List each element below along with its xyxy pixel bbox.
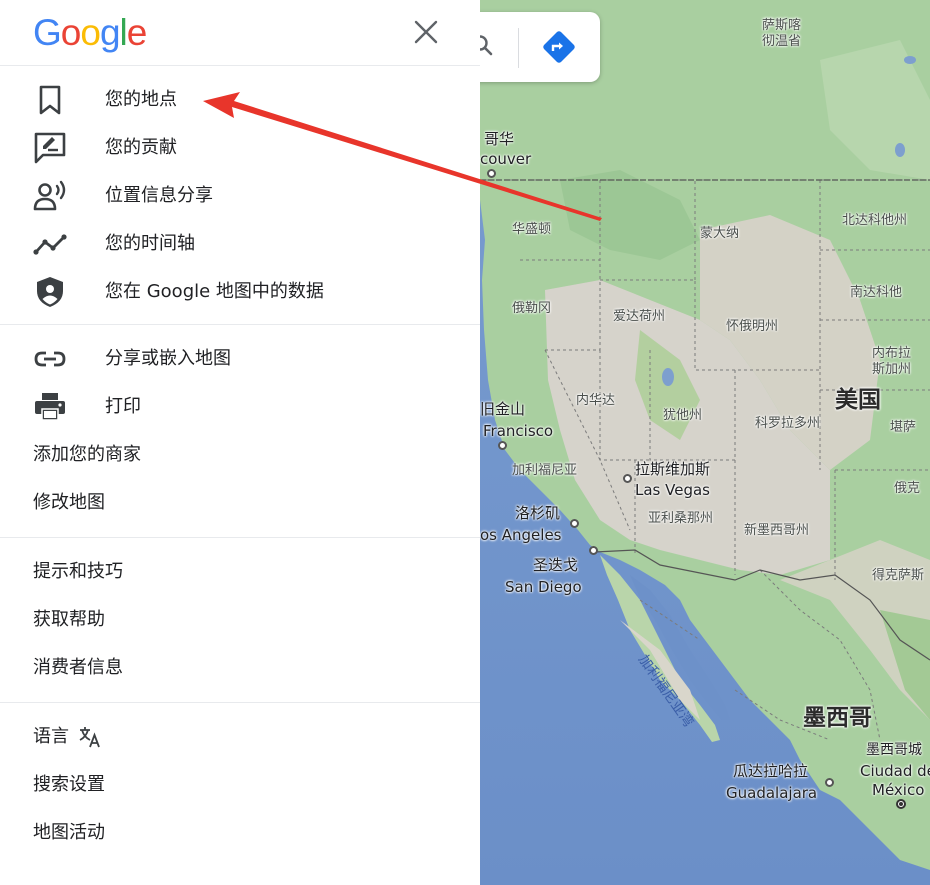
map-label-vancouver-cn: 哥华 [484, 130, 515, 148]
map-label-vancouver-en: couver [480, 150, 532, 168]
map-label-colorado: 科罗拉多州 [755, 416, 821, 431]
map-label-mexico-city-en1: Ciudad de [860, 762, 930, 780]
menu-item-your-timeline[interactable]: 您的时间轴 [0, 220, 480, 268]
map-label-south-dakota: 南达科他 [850, 285, 903, 300]
menu-item-label: 您的地点 [105, 89, 177, 110]
print-icon [33, 391, 69, 423]
menu-item-label: 获取帮助 [33, 609, 105, 630]
menu-item-label: 消费者信息 [33, 657, 123, 678]
menu-item-your-contributions[interactable]: 您的贡献 [0, 124, 480, 172]
map-label-kansas: 堪萨 [890, 420, 917, 435]
menu-header: Google [0, 0, 480, 66]
menu-item-label: 位置信息分享 [105, 185, 213, 206]
map-label-oregon: 俄勒冈 [512, 301, 552, 316]
map-label-utah: 犹他州 [663, 408, 703, 423]
menu-item-label: 分享或嵌入地图 [105, 348, 231, 369]
map-label-new-mexico: 新墨西哥州 [744, 523, 810, 538]
menu-item-tips[interactable]: 提示和技巧 [0, 548, 480, 596]
menu-item-print[interactable]: 打印 [0, 383, 480, 431]
map-label-arizona: 亚利桑那州 [648, 511, 714, 526]
map-label-wyoming: 怀俄明州 [726, 319, 779, 334]
map-label-usa: 美国 [835, 387, 881, 413]
city-dot-la[interactable] [570, 519, 579, 528]
map-label-california: 加利福尼亚 [512, 463, 578, 478]
link-icon [33, 343, 69, 375]
menu-item-get-help[interactable]: 获取帮助 [0, 596, 480, 644]
map-label-idaho: 爱达荷州 [613, 309, 666, 324]
map-label-nebraska: 内布拉 斯加州 [872, 346, 912, 377]
map-label-lv-cn: 拉斯维加斯 [635, 460, 711, 478]
map-label-montana: 蒙大纳 [700, 226, 740, 241]
menu-item-consumer-info[interactable]: 消费者信息 [0, 644, 480, 692]
menu-item-your-data[interactable]: 您在 Google 地图中的数据 [0, 268, 480, 316]
menu-item-label: 您的时间轴 [105, 233, 195, 254]
menu-item-edit-map[interactable]: 修改地图 [0, 479, 480, 527]
capital-dot-mexico-city[interactable] [896, 799, 906, 809]
menu-group-settings: 语言 搜索设置 地图活动 [0, 703, 480, 867]
map-label-la-en: os Angeles [480, 526, 562, 544]
city-dot-vancouver[interactable] [487, 169, 496, 178]
map-label-sf-en: Francisco [483, 422, 554, 440]
menu-group-help: 提示和技巧 获取帮助 消费者信息 [0, 538, 480, 703]
map-label-mexico-city-cn: 墨西哥城 [866, 742, 922, 758]
google-logo: Google [33, 12, 148, 54]
map-label-lv-en: Las Vegas [635, 481, 710, 499]
menu-item-label: 地图活动 [33, 822, 105, 843]
map-label-sf-cn: 旧金山 [480, 400, 526, 418]
map-label-guadalajara-cn: 瓜达拉哈拉 [733, 762, 809, 780]
close-icon[interactable] [408, 14, 444, 50]
city-dot-san-diego[interactable] [589, 546, 598, 555]
menu-item-your-places[interactable]: 您的地点 [0, 76, 480, 124]
menu-item-label: 语言 [33, 726, 101, 748]
contribution-icon [33, 132, 69, 164]
map-label-sd-cn: 圣迭戈 [533, 556, 579, 574]
city-dot-sf[interactable] [498, 441, 507, 450]
map-label-mexico: 墨西哥 [803, 705, 872, 731]
directions-icon[interactable] [540, 28, 578, 66]
bookmark-icon [33, 84, 69, 116]
map-label-washington: 华盛顿 [512, 222, 552, 237]
language-label: 语言 [33, 726, 69, 747]
menu-item-maps-activity[interactable]: 地图活动 [0, 809, 480, 857]
menu-item-add-business[interactable]: 添加您的商家 [0, 431, 480, 479]
google-logo-letter: e [126, 12, 148, 53]
map-label-oklahoma: 俄克 [894, 481, 921, 496]
google-logo-letter: o [80, 12, 101, 53]
menu-item-search-settings[interactable]: 搜索设置 [0, 761, 480, 809]
menu-item-label: 您的贡献 [105, 137, 177, 158]
map-label-north-dakota: 北达科他州 [842, 213, 908, 228]
map-label-saskatchewan: 萨斯喀 彻温省 [762, 18, 802, 49]
location-sharing-icon [33, 180, 69, 212]
map-label-texas: 得克萨斯 [872, 568, 925, 583]
city-dot-guadalajara[interactable] [825, 778, 834, 787]
menu-item-location-sharing[interactable]: 位置信息分享 [0, 172, 480, 220]
google-logo-letter: G [33, 12, 62, 53]
map-label-la-cn: 洛杉矶 [515, 504, 561, 522]
map-label-mexico-city-en2: México [872, 781, 925, 799]
map-label-guadalajara-en: Guadalajara [726, 784, 818, 802]
menu-item-language[interactable]: 语言 [0, 713, 480, 761]
translate-icon [79, 727, 100, 748]
search-box-divider [518, 28, 519, 68]
google-logo-letter: g [99, 12, 121, 53]
menu-item-label: 添加您的商家 [33, 444, 141, 465]
menu-group-map-actions: 分享或嵌入地图 打印 添加您的商家 修改地图 [0, 325, 480, 538]
side-menu: Google 您的地点 您的贡献 位置信息分享 您的时间轴 您在 Google … [0, 0, 480, 885]
google-logo-letter: l [119, 12, 128, 53]
menu-item-label: 修改地图 [33, 492, 105, 513]
menu-item-share-embed[interactable]: 分享或嵌入地图 [0, 335, 480, 383]
menu-item-label: 打印 [105, 396, 141, 417]
menu-item-label: 您在 Google 地图中的数据 [105, 281, 324, 302]
map-label-nevada: 内华达 [576, 393, 616, 408]
menu-item-label: 搜索设置 [33, 774, 105, 795]
map-label-sd-en: San Diego [505, 578, 582, 596]
menu-item-label: 提示和技巧 [33, 561, 123, 582]
menu-group-personal: 您的地点 您的贡献 位置信息分享 您的时间轴 您在 Google 地图中的数据 [0, 66, 480, 325]
google-logo-letter: o [60, 12, 82, 53]
city-dot-las-vegas[interactable] [623, 474, 632, 483]
shield-icon [33, 276, 69, 308]
timeline-icon [33, 228, 69, 260]
